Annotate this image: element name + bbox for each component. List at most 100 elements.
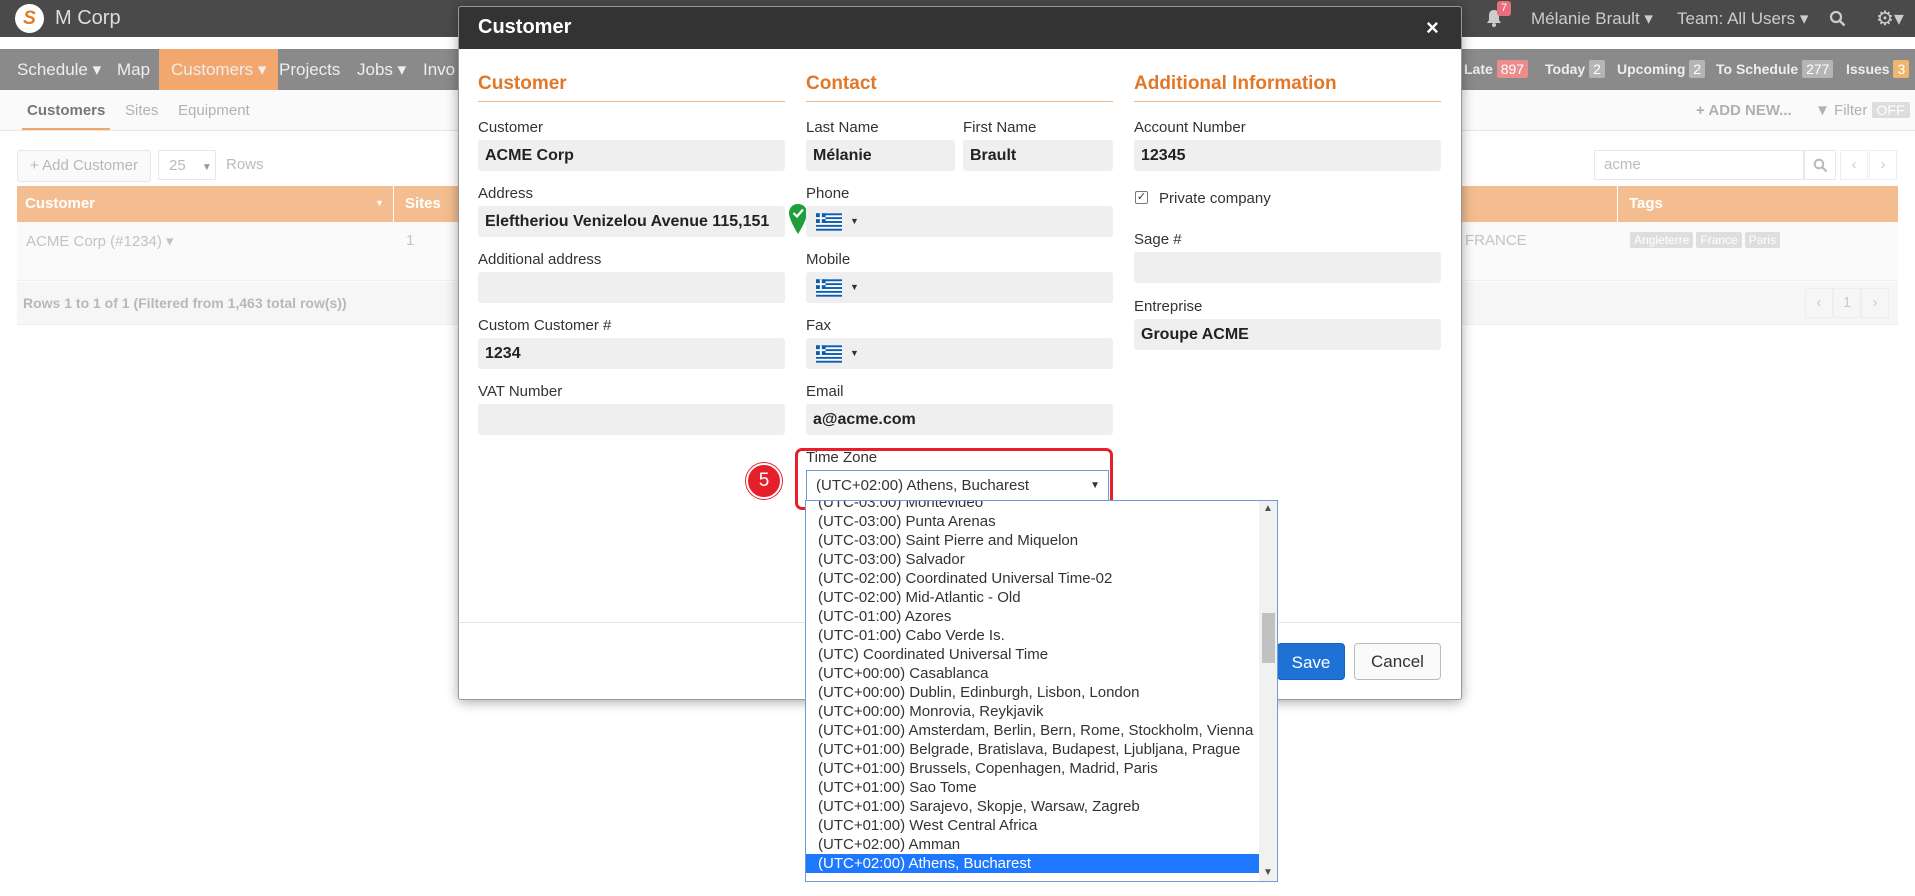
timezone-option[interactable]: (UTC) Coordinated Universal Time xyxy=(806,645,1259,664)
last-name-field[interactable]: Mélanie xyxy=(806,140,955,171)
gear-icon[interactable]: ⚙▾ xyxy=(1876,6,1904,31)
tags-cell: Angleterre France Paris xyxy=(1630,231,1783,248)
timezone-option[interactable]: (UTC-01:00) Azores xyxy=(806,607,1259,626)
status-upcoming[interactable]: Upcoming 2 xyxy=(1617,49,1706,90)
nav-map[interactable]: Map xyxy=(117,49,150,90)
address-field[interactable]: Eleftheriou Venizelou Avenue 115,151 xyxy=(478,206,785,237)
timezone-option[interactable]: (UTC+00:00) Monrovia, Reykjavik xyxy=(806,702,1259,721)
timezone-option[interactable]: (UTC-03:00) Punta Arenas xyxy=(806,512,1259,531)
private-company-checkbox[interactable]: ✓ xyxy=(1135,191,1148,204)
nav-schedule[interactable]: Schedule ▾ xyxy=(17,49,101,90)
timezone-option[interactable]: (UTC-02:00) Mid-Atlantic - Old xyxy=(806,588,1259,607)
timezone-option[interactable]: (UTC-03:00) Salvador xyxy=(806,550,1259,569)
status-issues[interactable]: Issues 3 xyxy=(1846,49,1910,90)
app-title[interactable]: M Corp xyxy=(55,7,121,30)
scrollbar-thumb[interactable] xyxy=(1262,613,1275,663)
nav-projects[interactable]: Projects xyxy=(279,49,340,90)
save-button[interactable]: Save xyxy=(1277,643,1345,680)
timezone-option[interactable]: (UTC-01:00) Cabo Verde Is. xyxy=(806,626,1259,645)
customer-field[interactable]: ACME Corp xyxy=(478,140,785,171)
timezone-option[interactable]: (UTC+01:00) Sao Tome xyxy=(806,778,1259,797)
footer-next-button[interactable]: › xyxy=(1861,288,1889,318)
rows-summary: Rows 1 to 1 of 1 (Filtered from 1,463 to… xyxy=(23,295,347,311)
customer-link[interactable]: ACME Corp (#1234) ▾ xyxy=(26,232,174,250)
phone-field[interactable]: ▼ xyxy=(806,206,1113,237)
first-name-field[interactable]: Brault xyxy=(963,140,1113,171)
sage-field[interactable] xyxy=(1134,252,1441,283)
timezone-option[interactable]: (UTC-03:00) Saint Pierre and Miquelon xyxy=(806,531,1259,550)
tag: Angleterre xyxy=(1630,232,1694,248)
team-menu[interactable]: Team: All Users ▾ xyxy=(1677,9,1808,29)
header-sites[interactable]: Sites xyxy=(405,186,441,222)
close-icon[interactable]: × xyxy=(1426,15,1439,41)
address-label: Address xyxy=(478,185,534,202)
nav-customers[interactable]: Customers ▾ xyxy=(159,49,279,90)
user-menu[interactable]: Mélanie Brault ▾ xyxy=(1531,9,1653,29)
tab-equipment[interactable]: Equipment xyxy=(178,102,250,119)
prev-page-button[interactable]: ‹ xyxy=(1840,150,1868,180)
timezone-option[interactable]: (UTC+01:00) Belgrade, Bratislava, Budape… xyxy=(806,740,1259,759)
status-late[interactable]: Late 897 xyxy=(1464,49,1529,90)
sage-label: Sage # xyxy=(1134,231,1182,248)
footer-page-number[interactable]: 1 xyxy=(1833,288,1861,318)
map-pin-icon[interactable] xyxy=(788,203,808,235)
scroll-up-icon[interactable]: ▲ xyxy=(1263,503,1273,514)
tab-sites[interactable]: Sites xyxy=(125,102,158,119)
timezone-option[interactable]: (UTC+01:00) West Central Africa xyxy=(806,816,1259,835)
first-name-label: First Name xyxy=(963,119,1037,136)
additional-address-field[interactable] xyxy=(478,272,785,303)
timezone-option-selected[interactable]: (UTC+02:00) Athens, Bucharest xyxy=(806,854,1259,873)
table-search-input[interactable]: acme xyxy=(1594,150,1804,180)
status-to-schedule[interactable]: To Schedule 277 xyxy=(1716,49,1834,90)
additional-address-label: Additional address xyxy=(478,251,602,268)
vat-field[interactable] xyxy=(478,404,785,435)
timezone-option[interactable]: (UTC+02:00) Amman xyxy=(806,835,1259,854)
header-tags[interactable]: Tags xyxy=(1629,186,1663,222)
timezone-dropdown-list[interactable]: (UTC-03:00) Montevideo (UTC-03:00) Punta … xyxy=(805,500,1278,882)
account-number-field[interactable]: 12345 xyxy=(1134,140,1441,171)
vat-label: VAT Number xyxy=(478,383,563,400)
timezone-option[interactable]: (UTC+01:00) Amsterdam, Berlin, Bern, Rom… xyxy=(806,721,1259,740)
email-field[interactable]: a@acme.com xyxy=(806,404,1113,435)
private-company-label[interactable]: Private company xyxy=(1159,190,1271,207)
add-customer-button[interactable]: + Add Customer xyxy=(17,150,151,182)
greece-flag-icon[interactable] xyxy=(816,213,842,231)
entreprise-field[interactable]: Groupe ACME xyxy=(1134,319,1441,350)
cancel-button[interactable]: Cancel xyxy=(1354,643,1441,680)
footer-prev-button[interactable]: ‹ xyxy=(1805,288,1833,318)
notification-count-badge: 7 xyxy=(1497,1,1512,16)
greece-flag-icon[interactable] xyxy=(816,279,842,297)
search-icon[interactable] xyxy=(1829,10,1846,27)
chevron-down-icon: ▼ xyxy=(201,162,212,173)
custom-customer-field[interactable]: 1234 xyxy=(478,338,785,369)
chevron-down-icon: ▼ xyxy=(850,348,859,358)
timezone-options: (UTC-03:00) Montevideo (UTC-03:00) Punta … xyxy=(806,501,1259,873)
header-customer[interactable]: Customer xyxy=(25,186,95,222)
custom-customer-label: Custom Customer # xyxy=(478,317,612,334)
add-new-button[interactable]: + ADD NEW... xyxy=(1696,102,1792,119)
timezone-option[interactable]: (UTC-02:00) Coordinated Universal Time-0… xyxy=(806,569,1259,588)
nav-invoices[interactable]: Invo xyxy=(423,49,455,90)
nav-jobs[interactable]: Jobs ▾ xyxy=(357,49,406,90)
next-page-button[interactable]: › xyxy=(1869,150,1897,180)
timezone-option[interactable]: (UTC+00:00) Dublin, Edinburgh, Lisbon, L… xyxy=(806,683,1259,702)
mobile-field[interactable]: ▼ xyxy=(806,272,1113,303)
status-today[interactable]: Today 2 xyxy=(1545,49,1605,90)
table-search-button[interactable] xyxy=(1804,150,1836,180)
timezone-option[interactable]: (UTC+01:00) Sarajevo, Skopje, Warsaw, Za… xyxy=(806,797,1259,816)
greece-flag-icon[interactable] xyxy=(816,345,842,363)
rows-per-page-select[interactable]: 25 ▼ xyxy=(158,150,216,180)
sort-icon[interactable]: ▼ xyxy=(375,198,384,208)
timezone-option[interactable]: (UTC+00:00) Casablanca xyxy=(806,664,1259,683)
timezone-option[interactable]: (UTC+01:00) Brussels, Copenhagen, Madrid… xyxy=(806,759,1259,778)
filter-toggle[interactable]: ▼ Filter OFF xyxy=(1815,102,1910,119)
country-cell: FRANCE xyxy=(1465,232,1527,249)
timezone-option[interactable]: (UTC-03:00) Montevideo xyxy=(806,501,1259,512)
scroll-down-icon[interactable]: ▼ xyxy=(1263,867,1273,878)
dropdown-scrollbar[interactable]: ▲ ▼ xyxy=(1259,501,1277,881)
section-contact-title: Contact xyxy=(806,73,877,94)
tab-customers[interactable]: Customers xyxy=(21,102,111,130)
entreprise-label: Entreprise xyxy=(1134,298,1203,315)
app-logo[interactable]: S xyxy=(15,4,44,33)
fax-field[interactable]: ▼ xyxy=(806,338,1113,369)
